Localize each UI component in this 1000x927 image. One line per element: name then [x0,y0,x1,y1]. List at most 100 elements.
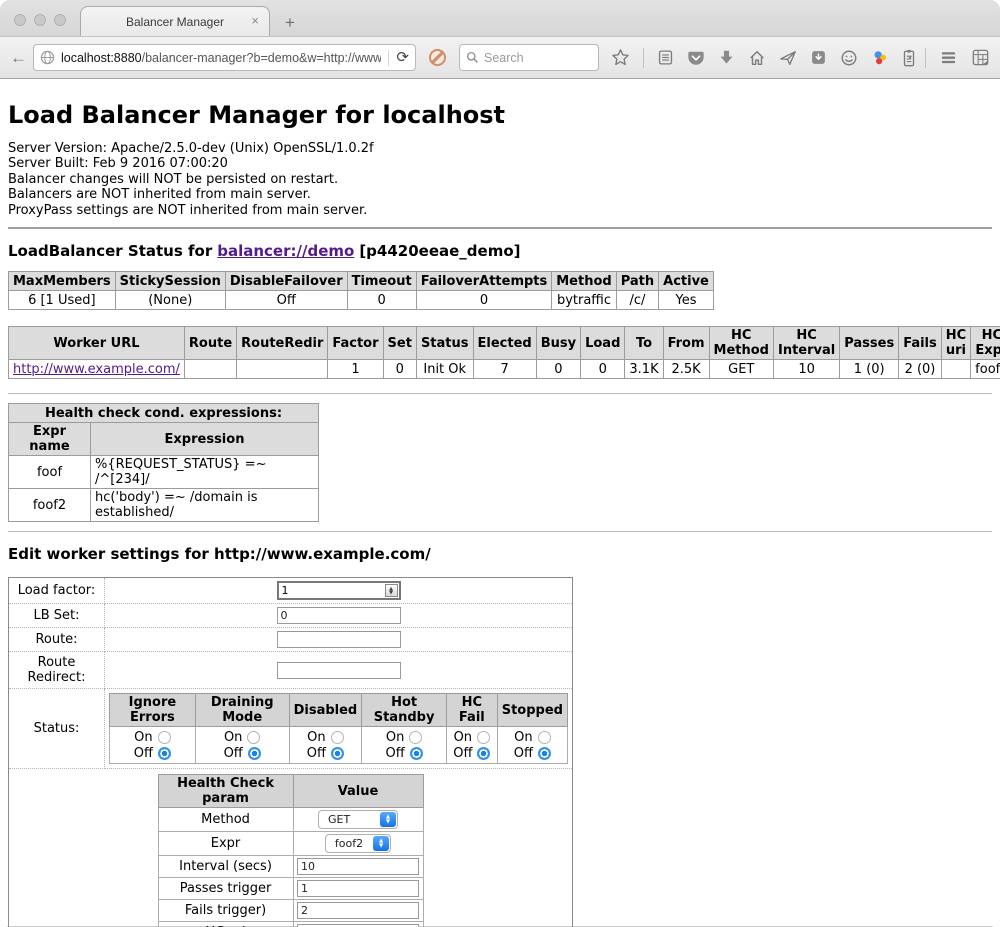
window-controls [14,14,66,26]
server-info: Server Version: Apache/2.5.0-dev (Unix) … [8,141,992,218]
select-stepper-icon: ▲▼ [380,812,396,827]
status-radio-row: On Off On Off On Off [110,727,568,764]
tab-bar: Balancer Manager × + [0,0,1000,36]
worker-row: http://www.example.com/ 1 0 Init Ok 7 0 … [9,360,1000,379]
back-button[interactable]: ← [10,48,27,68]
status-cell-ignore-errors: On Off [110,727,196,764]
radio-draining-mode-on[interactable] [247,731,260,744]
window-zoom-button[interactable] [54,14,66,26]
radio-hot-standby-on[interactable] [409,731,422,744]
radio-hc-fail-off[interactable] [477,747,490,760]
proxypass-note-line: ProxyPass settings are NOT inherited fro… [8,203,992,218]
load-factor-input[interactable] [282,584,385,597]
hc-fails-input[interactable] [297,902,419,919]
status-label: Status: [9,689,105,769]
reload-icon[interactable]: ⟳ [396,50,409,65]
status-cell-hc-fail: On Off [446,727,497,764]
hc-uri-row: HC uri [158,922,423,927]
send-tab-icon[interactable] [779,49,797,67]
feedback-smiley-icon[interactable] [840,49,858,67]
radio-disabled-off[interactable] [331,747,344,760]
url-text[interactable]: localhost:8880/balancer-manager?b=demo&w… [61,51,381,65]
tab-close-icon[interactable]: × [251,14,259,27]
status-table: Ignore Errors Draining Mode Disabled Hot… [109,693,568,764]
hc-header-row: Health Check param Value [158,775,423,808]
bookmark-star-icon[interactable] [611,48,630,67]
search-bar[interactable] [459,44,599,71]
health-check-row: Health Check param Value Method GET ▲▼ [9,769,573,927]
tab-title: Balancer Manager [126,15,224,29]
divider [8,393,992,394]
hc-interval-input[interactable] [297,858,419,875]
hc-passes-input[interactable] [297,880,419,897]
browser-window: Balancer Manager × + ← localhost:8880/ba… [0,0,1000,927]
url-bar[interactable]: localhost:8880/balancer-manager?b=demo&w… [33,44,416,71]
home-icon[interactable] [748,49,766,67]
radio-stopped-off[interactable] [538,747,551,760]
hc-method-select[interactable]: GET ▲▼ [318,810,398,829]
lb-set-label: LB Set: [9,604,105,628]
server-version-line: Server Version: Apache/2.5.0-dev (Unix) … [8,141,992,156]
route-redirect-row: Route Redirect: [9,652,573,689]
status-cell-disabled: On Off [289,727,362,764]
worker-table: Worker URL Route RouteRedir Factor Set S… [8,326,1000,379]
window-minimize-button[interactable] [34,14,46,26]
hc-interval-row: Interval (secs) [158,856,423,878]
table-header-row: Worker URL Route RouteRedir Factor Set S… [9,327,1000,360]
table-row: 6 [1 Used] (None) Off 0 0 bytraffic /c/ … [9,291,714,310]
tab-balancer-manager[interactable]: Balancer Manager × [80,6,270,36]
persist-note-line: Balancer changes will NOT be persisted o… [8,172,992,187]
radio-ignore-errors-on[interactable] [158,731,171,744]
divider [8,227,992,229]
hc-interval-label: Interval (secs) [158,856,293,878]
save-to-device-icon[interactable] [810,49,827,66]
screenshot-grid-icon[interactable] [971,48,990,67]
load-factor-field[interactable]: ▲▼ [277,581,401,600]
window-close-button[interactable] [14,14,26,26]
table-header-row: Expr name Expression [9,423,319,456]
downloads-icon[interactable] [718,49,735,66]
table-header-row: MaxMembers StickySession DisableFailover… [9,272,714,291]
clipboard-extension-group[interactable]: ▾ [902,49,912,67]
page-title: Load Balancer Manager for localhost [8,101,992,129]
chevron-down-icon[interactable]: ▾ [908,53,912,62]
reading-list-icon[interactable] [657,49,674,66]
hc-method-row: Method GET ▲▼ [158,808,423,832]
balancer-demo-link[interactable]: balancer://demo [217,242,354,260]
menu-hamburger-icon[interactable] [939,48,958,67]
radio-ignore-errors-off[interactable] [158,747,171,760]
extension-dots-icon[interactable] [871,49,889,67]
search-input[interactable] [484,51,584,65]
worker-url-link[interactable]: http://www.example.com/ [13,362,180,377]
radio-stopped-on[interactable] [538,731,551,744]
load-factor-row: Load factor: ▲▼ [9,578,573,604]
lb-set-row: LB Set: [9,604,573,628]
hc-method-label: Method [158,808,293,832]
status-row: Status: Ignore Errors Draining Mode Disa… [9,689,573,769]
hc-expr-select[interactable]: foof2 ▲▼ [325,834,391,853]
radio-hc-fail-on[interactable] [477,731,490,744]
adblock-badge-icon[interactable] [429,49,446,66]
route-redirect-input[interactable] [277,662,401,679]
route-label: Route: [9,628,105,652]
hc-expr-label: Expr [158,832,293,856]
page-content: Load Balancer Manager for localhost Serv… [0,79,1000,926]
navigation-toolbar: ← localhost:8880/balancer-manager?b=demo… [0,36,1000,79]
number-stepper-icon[interactable]: ▲▼ [385,584,398,597]
hc-expr-row: Expr foof2 ▲▼ [158,832,423,856]
radio-disabled-on[interactable] [331,731,344,744]
pocket-icon[interactable] [687,49,705,67]
health-check-table: Health Check param Value Method GET ▲▼ [158,774,424,927]
inherit-note-line: Balancers are NOT inherited from main se… [8,187,992,202]
select-stepper-icon: ▲▼ [373,836,389,851]
radio-draining-mode-off[interactable] [248,747,261,760]
status-cell-stopped: On Off [497,727,567,764]
route-row: Route: [9,628,573,652]
hc-uri-label: HC uri [158,922,293,927]
balancer-status-heading: LoadBalancer Status forbalancer://demo[p… [8,242,992,260]
route-redirect-label: Route Redirect: [9,652,105,689]
lb-set-input[interactable] [277,607,401,624]
new-tab-button[interactable]: + [285,14,295,31]
route-input[interactable] [277,631,401,648]
radio-hot-standby-off[interactable] [410,747,423,760]
